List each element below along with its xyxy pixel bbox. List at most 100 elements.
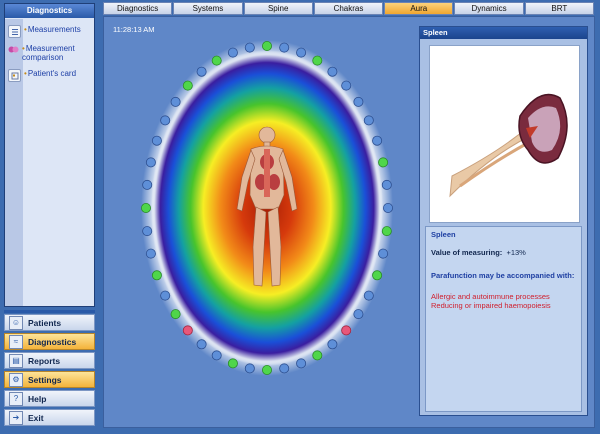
patients-icon: ☺ bbox=[9, 315, 23, 330]
aura-point-blue[interactable] bbox=[196, 339, 207, 350]
aura-point-blue[interactable] bbox=[145, 157, 156, 168]
diagnostics-panel: Diagnostics •Measurements •Measurement c… bbox=[4, 3, 95, 307]
tab-brt[interactable]: BRT bbox=[524, 2, 594, 15]
aura-visualization bbox=[141, 40, 393, 376]
aura-point-pink[interactable] bbox=[341, 325, 352, 336]
aura-point-pink[interactable] bbox=[182, 325, 193, 336]
nav-button-settings[interactable]: ⚙ Settings bbox=[4, 371, 95, 388]
aura-point-blue[interactable] bbox=[381, 179, 392, 190]
tab-bar: Diagnostics Systems Spine Chakras Aura D… bbox=[103, 2, 595, 15]
menu-item-measurement-comparison[interactable]: •Measurement comparison bbox=[8, 44, 93, 62]
aura-point-blue[interactable] bbox=[142, 179, 153, 190]
tab-diagnostics[interactable]: Diagnostics bbox=[103, 2, 173, 15]
aura-point-green[interactable] bbox=[312, 55, 323, 66]
nav-button-diagnostics-label: Diagnostics bbox=[28, 336, 77, 347]
aura-point-blue[interactable] bbox=[382, 202, 393, 213]
aura-point-blue[interactable] bbox=[341, 80, 352, 91]
bullet-icon: • bbox=[22, 44, 25, 53]
menu-item-patients-card[interactable]: •Patient's card bbox=[8, 69, 93, 82]
tab-dynamics[interactable]: Dynamics bbox=[454, 2, 524, 15]
parafunction-item: Reducing or impaired haemopoiesis bbox=[431, 301, 551, 310]
aura-point-green[interactable] bbox=[141, 202, 151, 213]
aura-point-blue[interactable] bbox=[211, 350, 222, 361]
aura-view: 11:28:13 AM Spleen Spleen Value of measu… bbox=[103, 16, 595, 428]
aura-point-blue[interactable] bbox=[160, 290, 171, 301]
aura-point-blue[interactable] bbox=[244, 363, 255, 374]
measurement-value: +13% bbox=[506, 248, 526, 257]
menu-item-measurements[interactable]: •Measurements bbox=[8, 25, 93, 38]
aura-point-green[interactable] bbox=[262, 41, 273, 51]
nav-button-diagnostics[interactable]: ≈ Diagnostics bbox=[4, 333, 95, 350]
diagnostics-icon-strip bbox=[5, 19, 23, 306]
nav-button-patients[interactable]: ☺ Patients bbox=[4, 314, 95, 331]
aura-point-blue[interactable] bbox=[296, 358, 307, 369]
aura-point-blue[interactable] bbox=[353, 96, 364, 107]
aura-point-blue[interactable] bbox=[227, 47, 238, 58]
aura-point-green[interactable] bbox=[227, 358, 238, 369]
aura-point-green[interactable] bbox=[170, 309, 181, 320]
aura-point-blue[interactable] bbox=[160, 115, 171, 126]
aura-point-blue[interactable] bbox=[279, 42, 290, 53]
aura-point-green[interactable] bbox=[381, 226, 392, 237]
parafunction-item: Allergic and autoimmune processes bbox=[431, 292, 550, 301]
measurement-row: Value of measuring: +13% bbox=[431, 248, 576, 257]
nav-button-help-label: Help bbox=[28, 393, 47, 404]
list-icon bbox=[8, 25, 21, 38]
spleen-image bbox=[429, 45, 580, 223]
nav-button-reports-label: Reports bbox=[28, 355, 61, 366]
organ-panel-title: Spleen bbox=[420, 27, 587, 39]
tab-chakras[interactable]: Chakras bbox=[313, 2, 384, 15]
aura-point-blue[interactable] bbox=[244, 42, 255, 53]
aura-point-green[interactable] bbox=[151, 270, 162, 281]
nav-button-settings-label: Settings bbox=[28, 374, 62, 385]
diagnostics-panel-title: Diagnostics bbox=[5, 4, 94, 18]
sidebar: Diagnostics •Measurements •Measurement c… bbox=[0, 0, 97, 434]
help-icon: ? bbox=[9, 391, 23, 406]
nav-button-exit[interactable]: ➔ Exit bbox=[4, 409, 95, 426]
aura-point-blue[interactable] bbox=[363, 290, 374, 301]
parafunction-title: Parafunction may be accompanied with: bbox=[431, 271, 575, 280]
aura-point-green[interactable] bbox=[262, 364, 273, 375]
measurement-label: Value of measuring: bbox=[431, 248, 503, 257]
aura-point-blue[interactable] bbox=[296, 47, 307, 58]
organ-info-box: Spleen Value of measuring: +13% Parafunc… bbox=[425, 226, 582, 412]
aura-point-green[interactable] bbox=[182, 80, 193, 91]
time-label: 11:28:13 AM bbox=[113, 25, 155, 34]
aura-point-green[interactable] bbox=[211, 55, 222, 66]
aura-point-blue[interactable] bbox=[145, 248, 156, 259]
aura-point-blue[interactable] bbox=[327, 66, 338, 77]
nav-button-exit-label: Exit bbox=[28, 412, 44, 423]
organ-info-title: Spleen bbox=[431, 230, 456, 239]
navigation-divider bbox=[4, 310, 95, 313]
aura-point-blue[interactable] bbox=[378, 248, 389, 259]
aura-point-green[interactable] bbox=[312, 350, 323, 361]
nav-button-reports[interactable]: ▤ Reports bbox=[4, 352, 95, 369]
organ-panel: Spleen Spleen Value of measuring: +13% P… bbox=[419, 26, 588, 416]
tab-aura[interactable]: Aura bbox=[384, 2, 454, 15]
bullet-icon: • bbox=[24, 69, 27, 78]
aura-point-blue[interactable] bbox=[372, 135, 383, 146]
aura-point-blue[interactable] bbox=[151, 135, 162, 146]
nav-button-help[interactable]: ? Help bbox=[4, 390, 95, 407]
menu-item-measurements-label: Measurements bbox=[27, 25, 81, 34]
aura-point-blue[interactable] bbox=[142, 226, 153, 237]
diagnostics-list: •Measurements •Measurement comparison •P… bbox=[5, 19, 94, 306]
tab-systems[interactable]: Systems bbox=[173, 2, 243, 15]
aura-point-blue[interactable] bbox=[353, 309, 364, 320]
card-icon bbox=[8, 69, 21, 82]
aura-point-green[interactable] bbox=[372, 270, 383, 281]
navigation-panel: ☺ Patients ≈ Diagnostics ▤ Reports ⚙ Set… bbox=[4, 310, 95, 430]
aura-point-blue[interactable] bbox=[170, 96, 181, 107]
aura-point-blue[interactable] bbox=[327, 339, 338, 350]
bullet-icon: • bbox=[24, 25, 27, 34]
nav-button-patients-label: Patients bbox=[28, 317, 62, 328]
aura-point-blue[interactable] bbox=[279, 363, 290, 374]
menu-item-patients-card-label: Patient's card bbox=[27, 69, 77, 78]
diagnostics-icon: ≈ bbox=[9, 334, 23, 349]
aura-point-green[interactable] bbox=[378, 157, 389, 168]
aura-point-blue[interactable] bbox=[196, 66, 207, 77]
spleen-illustration bbox=[449, 93, 568, 198]
tab-spine[interactable]: Spine bbox=[243, 2, 313, 15]
exit-icon: ➔ bbox=[9, 410, 23, 425]
aura-point-blue[interactable] bbox=[363, 115, 374, 126]
